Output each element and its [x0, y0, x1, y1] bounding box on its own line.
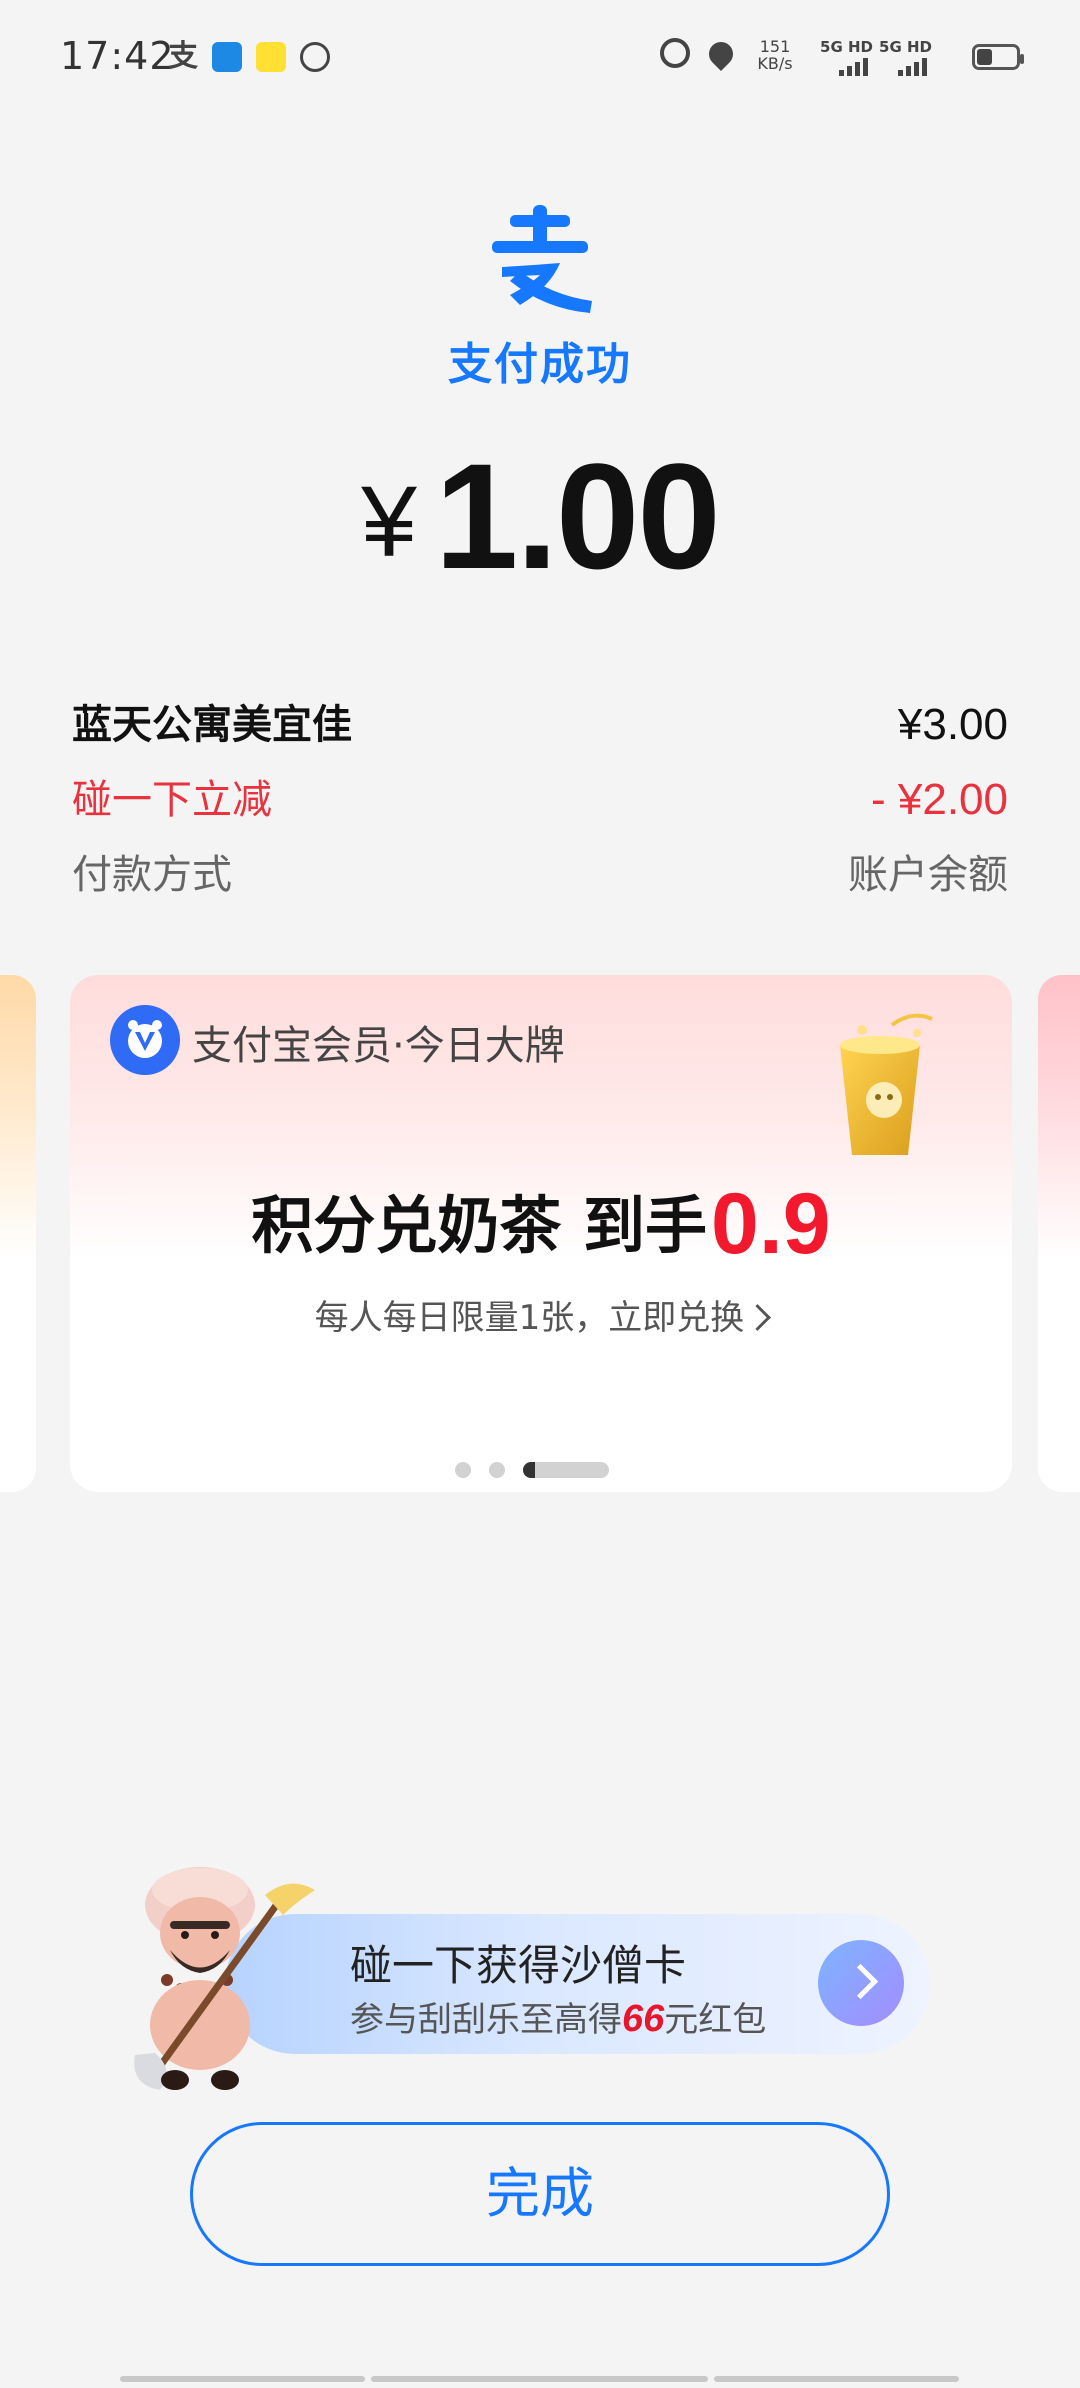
done-button[interactable]: 完成 [190, 2122, 890, 2266]
member-badge-icon [110, 1005, 180, 1075]
merchant-amount: ¥3.00 [897, 700, 1008, 749]
payment-method-row: 付款方式 账户余额 [72, 845, 1008, 905]
status-indicators: 151 KB/s 5G HD 5G HD [600, 37, 1024, 78]
banner-subtitle-suffix: 元红包 [664, 2000, 767, 2040]
promo-card[interactable]: 支付宝会员·今日大牌 积分兑奶茶 到手0.9 每人每日限量1张，立即兑换 [70, 975, 1012, 1492]
amount-currency: ¥ [361, 466, 417, 578]
status-time: 17:42 [60, 34, 175, 78]
gesture-bar [371, 2376, 708, 2382]
signal-icon [898, 58, 927, 76]
sha-seng-mascot-icon [134, 1867, 315, 2090]
banner-highlight-amount: 66 [622, 1998, 665, 2040]
location-icon [704, 37, 738, 71]
signal-icon [839, 58, 868, 76]
ticket-app-icon [212, 42, 242, 72]
chevron-right-icon [744, 1304, 772, 1331]
promo-headline: 积分兑奶茶 到手0.9 [70, 1175, 1012, 1274]
network-speed-unit: KB/s [757, 54, 793, 73]
carousel-next-card[interactable] [1038, 975, 1080, 1492]
payment-method-value: 账户余额 [848, 852, 1008, 898]
banner-subtitle: 参与刮刮乐至高得66元红包 [350, 1992, 766, 2041]
alipay-notification-icon: 支 [168, 39, 198, 74]
amount-value: 1.00 [434, 432, 721, 600]
banner-arrow-button[interactable] [818, 1940, 904, 2026]
signal-label-2: 5G HD [879, 38, 932, 56]
merchant-name: 蓝天公寓美宜佳 [72, 702, 352, 748]
discount-label: 碰一下立减 [72, 777, 272, 823]
banner-title: 碰一下获得沙僧卡 [350, 1941, 687, 1990]
meitu-app-icon [256, 42, 286, 72]
carousel-dot [455, 1462, 471, 1478]
payment-amount: ¥1.00 [0, 430, 1080, 603]
promo-price: 0.9 [711, 1176, 831, 1272]
alarm-icon [660, 38, 690, 68]
discount-row: 碰一下立减 - ¥2.00 [72, 770, 1008, 830]
network-speed-value: 151 [759, 37, 791, 56]
merchant-row: 蓝天公寓美宜佳 ¥3.00 [72, 695, 1008, 755]
battery-icon [972, 44, 1024, 70]
milk-tea-drink-icon [840, 1013, 933, 1155]
promo-redeem-link[interactable]: 每人每日限量1张，立即兑换 [70, 1290, 1012, 1339]
promo-headline-text: 积分兑奶茶 到手 [251, 1189, 708, 1262]
carousel-dot [489, 1462, 505, 1478]
gesture-bar [120, 2376, 365, 2382]
signal-label-1: 5G HD [820, 38, 873, 56]
payment-method-label: 付款方式 [72, 852, 232, 898]
ring-app-icon [300, 42, 330, 72]
banner-subtitle-prefix: 参与刮刮乐至高得 [350, 2000, 622, 2040]
network-speed: 151 KB/s [752, 38, 798, 72]
payment-status-title: 支付成功 [448, 339, 632, 390]
status-bar: 17:42 支 151 KB/s 5G HD 5G HD [0, 0, 1080, 120]
gesture-bar [714, 2376, 959, 2382]
promo-brand-label: 支付宝会员·今日大牌 [192, 1023, 565, 1069]
promo-subtext: 每人每日限量1张，立即兑换 [314, 1298, 745, 1338]
discount-amount: - ¥2.00 [871, 775, 1008, 824]
carousel-prev-card[interactable] [0, 975, 36, 1492]
carousel-dot-active [523, 1462, 609, 1478]
alipay-logo-icon [492, 205, 592, 313]
